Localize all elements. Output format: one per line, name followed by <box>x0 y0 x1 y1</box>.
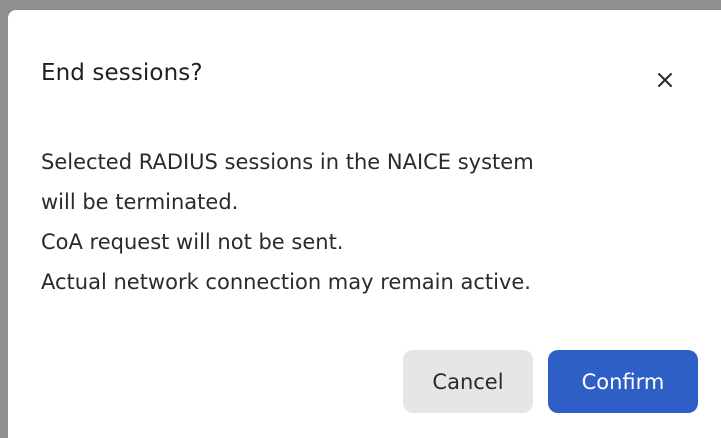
confirm-button[interactable]: Confirm <box>548 350 698 413</box>
end-sessions-dialog: End sessions? Selected RADIUS sessions i… <box>8 10 721 438</box>
message-line: CoA request will not be sent. <box>41 230 344 254</box>
dialog-message: Selected RADIUS sessions in the NAICE sy… <box>41 142 534 302</box>
message-line: Selected RADIUS sessions in the NAICE sy… <box>41 150 534 174</box>
dialog-title: End sessions? <box>41 60 203 86</box>
cancel-button[interactable]: Cancel <box>403 350 533 413</box>
close-button[interactable] <box>647 62 683 98</box>
message-line: Actual network connection may remain act… <box>41 270 531 294</box>
close-icon <box>658 73 672 87</box>
message-line: will be terminated. <box>41 190 239 214</box>
